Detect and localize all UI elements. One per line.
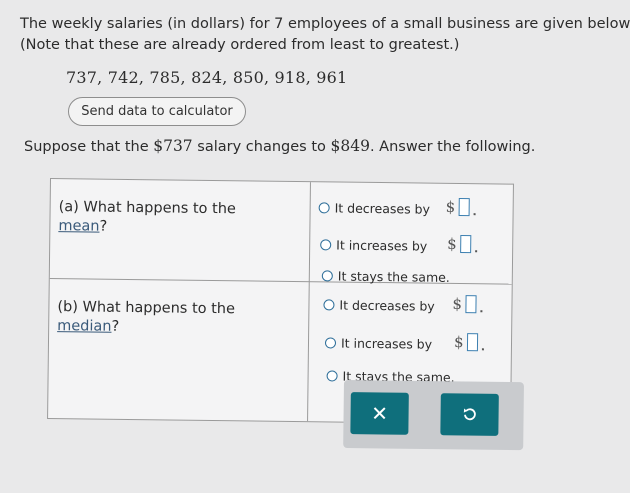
- period-mark: [475, 250, 478, 253]
- mean-increase-input[interactable]: [460, 235, 472, 254]
- suppose-prefix: Suppose that the: [24, 139, 154, 155]
- option-b-decreases-label: It decreases by: [339, 297, 435, 314]
- question-b-end: ?: [111, 318, 120, 335]
- radio-icon[interactable]: [321, 270, 333, 282]
- dollar-sign: $: [447, 234, 457, 253]
- question-a-label: (a) What happens to the: [58, 199, 236, 218]
- period-mark: [481, 348, 484, 351]
- salary-data-list: 737, 742, 785, 824, 850, 918, 961: [66, 68, 348, 87]
- suppose-statement: Suppose that the $737 salary changes to …: [24, 137, 535, 155]
- radio-icon[interactable]: [324, 337, 337, 349]
- option-a-increases[interactable]: It increases by: [320, 237, 428, 254]
- new-salary: $849: [330, 137, 370, 155]
- answer-action-bar: ✕: [343, 380, 524, 451]
- option-b-increases[interactable]: It increases by: [324, 335, 433, 352]
- radio-icon[interactable]: [323, 299, 335, 311]
- median-link[interactable]: median: [57, 318, 112, 335]
- option-a-decreases-label: It decreases by: [334, 200, 431, 217]
- send-data-to-calculator-button[interactable]: Send data to calculator: [68, 97, 246, 126]
- problem-intro: The weekly salaries (in dollars) for 7 e…: [20, 14, 630, 56]
- intro-line-1: The weekly salaries (in dollars) for 7 e…: [20, 16, 630, 32]
- intro-line-2: (Note that these are already ordered fro…: [20, 37, 460, 53]
- radio-icon[interactable]: [326, 370, 338, 382]
- mean-decrease-input[interactable]: [458, 197, 470, 217]
- undo-icon: [463, 408, 476, 421]
- question-a: (a) What happens to the mean?: [58, 198, 288, 239]
- dollar-sign: $: [453, 332, 464, 352]
- radio-icon[interactable]: [318, 202, 330, 214]
- median-decrease-input[interactable]: [465, 295, 477, 314]
- question-a-end: ?: [99, 218, 108, 235]
- dollar-sign: $: [452, 294, 463, 314]
- suppose-middle: salary changes to: [192, 139, 331, 155]
- suppose-suffix: . Answer the following.: [369, 139, 536, 155]
- period-mark: [473, 213, 476, 216]
- median-increase-input[interactable]: [466, 333, 479, 352]
- mean-link[interactable]: mean: [58, 218, 99, 235]
- undo-button[interactable]: [440, 393, 499, 436]
- option-a-decreases[interactable]: It decreases by: [318, 200, 431, 217]
- column-divider: [307, 182, 311, 422]
- clear-button[interactable]: ✕: [350, 392, 409, 435]
- question-b: (b) What happens to the median?: [57, 298, 287, 339]
- close-icon: ✕: [371, 401, 389, 426]
- option-b-increases-label: It increases by: [340, 335, 433, 352]
- dollar-sign: $: [445, 197, 456, 216]
- option-a-same[interactable]: It stays the same.: [321, 268, 450, 285]
- option-b-decreases[interactable]: It decreases by: [323, 297, 435, 314]
- question-b-label: (b) What happens to the: [57, 299, 236, 318]
- period-mark: [480, 310, 483, 313]
- radio-icon[interactable]: [320, 239, 332, 251]
- original-salary: $737: [153, 137, 193, 155]
- option-a-same-label: It stays the same.: [337, 268, 450, 285]
- option-a-increases-label: It increases by: [336, 237, 428, 254]
